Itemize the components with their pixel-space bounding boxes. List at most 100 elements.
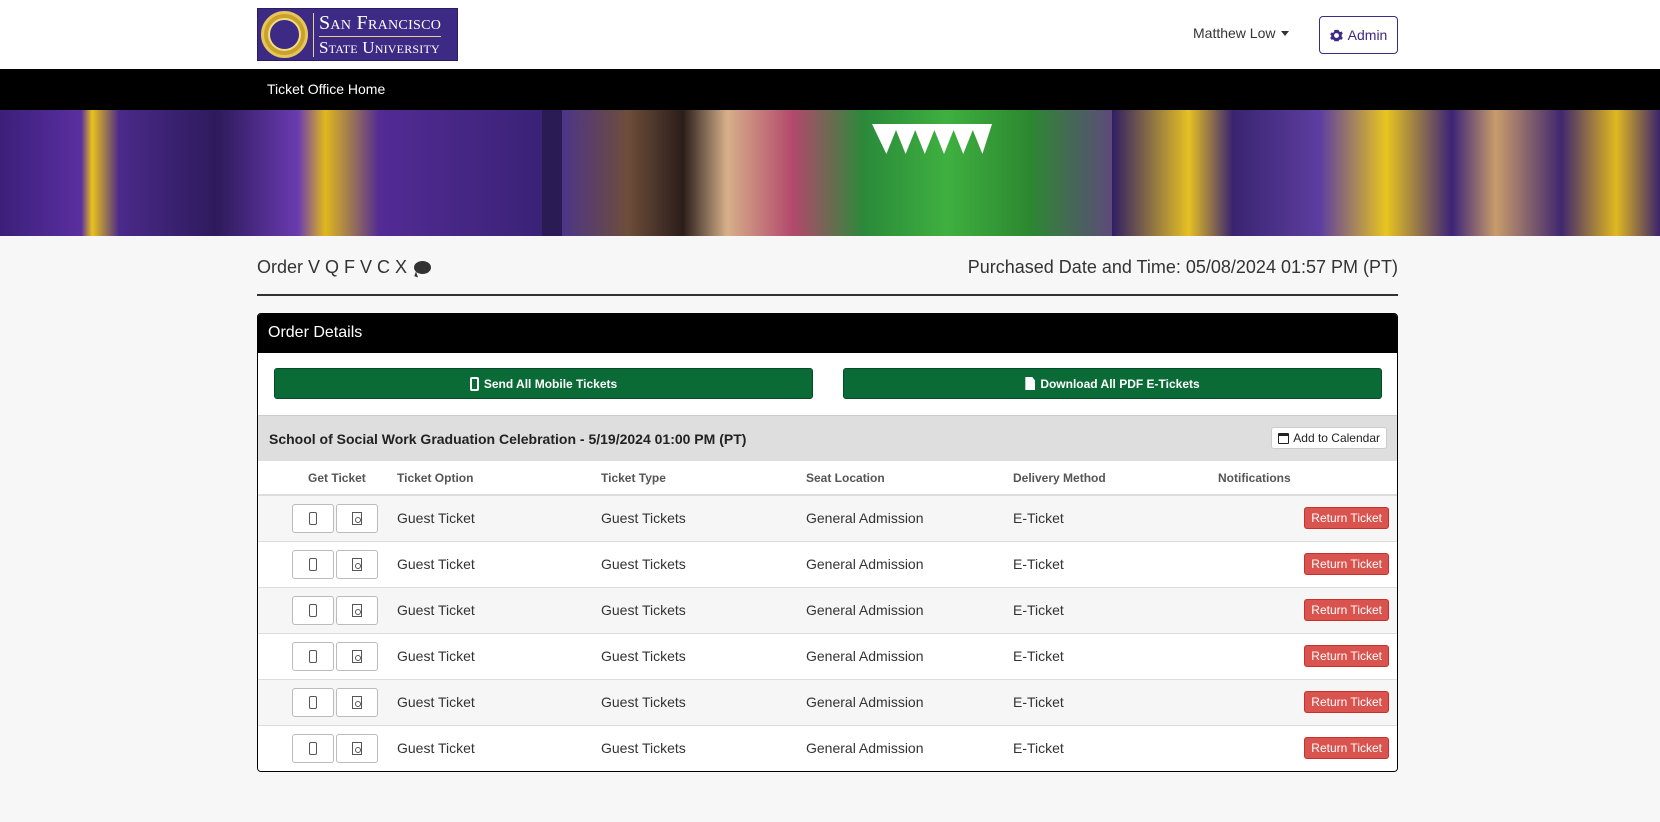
notifications-cell: Return Ticket	[1218, 678, 1397, 725]
caret-down-icon	[1281, 30, 1290, 36]
mobile-ticket-button[interactable]	[292, 503, 334, 533]
pdf-icon	[1025, 377, 1036, 390]
tickets-table: Get Ticket Ticket Option Ticket Type Sea…	[258, 461, 1397, 771]
col-notifications: Notifications	[1218, 461, 1397, 496]
order-details-card: Order Details Send All Mobile Tickets Do…	[257, 313, 1398, 772]
pdf-ticket-button[interactable]	[336, 733, 378, 763]
return-ticket-button[interactable]: Return Ticket	[1304, 737, 1389, 760]
mobile-ticket-button[interactable]	[292, 595, 334, 625]
banner-photo-mascot	[562, 110, 1112, 236]
get-ticket-cell	[258, 540, 397, 587]
logo-line-2: State University	[319, 36, 442, 57]
col-seat-location: Seat Location	[806, 461, 1013, 496]
seat-location: General Admission	[806, 540, 1013, 587]
ticket-option: Guest Ticket	[397, 586, 601, 633]
pdf-icon	[352, 741, 362, 755]
ticket-type: Guest Tickets	[601, 586, 806, 633]
ticket-type: Guest Tickets	[601, 540, 806, 587]
phone-icon	[309, 695, 317, 709]
table-row: Guest Ticket Guest Tickets General Admissi…	[258, 632, 1397, 679]
get-ticket-cell	[258, 494, 397, 541]
phone-icon	[309, 741, 317, 755]
nav-ticket-office-home[interactable]: Ticket Office Home	[267, 81, 385, 97]
phone-icon	[309, 511, 317, 525]
get-ticket-cell	[258, 678, 397, 725]
delivery-method: E-Ticket	[1013, 494, 1218, 541]
admin-label: Admin	[1347, 27, 1388, 43]
ticket-option: Guest Ticket	[397, 494, 601, 541]
seat-location: General Admission	[806, 632, 1013, 679]
return-ticket-button[interactable]: Return Ticket	[1304, 691, 1389, 713]
return-ticket-button[interactable]: Return Ticket	[1304, 645, 1389, 667]
seat-location: General Admission	[806, 724, 1013, 771]
delivery-method: E-Ticket	[1013, 586, 1218, 633]
banner-photo-graduates	[0, 110, 542, 236]
order-number: Order V Q F V C X	[257, 257, 408, 277]
notifications-cell: Return Ticket	[1218, 632, 1397, 679]
card-title: Order Details	[258, 314, 1397, 353]
delivery-method: E-Ticket	[1013, 724, 1218, 771]
university-logo[interactable]: San Francisco State University	[257, 8, 458, 61]
event-title: School of Social Work Graduation Celebra…	[269, 431, 747, 447]
ticket-option: Guest Ticket	[397, 678, 601, 725]
mobile-ticket-button[interactable]	[292, 549, 334, 579]
delivery-method: E-Ticket	[1013, 678, 1218, 725]
banner-photo-celebration	[1112, 110, 1660, 236]
pdf-ticket-button[interactable]	[336, 687, 378, 717]
download-all-pdf-button[interactable]: Download All PDF E-Tickets	[843, 368, 1382, 399]
user-name: Matthew Low	[1193, 25, 1276, 41]
chat-icon[interactable]	[414, 261, 432, 274]
ticket-type: Guest Tickets	[601, 494, 806, 541]
seat-location: General Admission	[806, 494, 1013, 541]
phone-icon	[309, 603, 317, 617]
bulk-actions: Send All Mobile Tickets Download All PDF…	[258, 353, 1397, 415]
pdf-ticket-button[interactable]	[336, 503, 378, 533]
get-ticket-cell	[258, 586, 397, 633]
mobile-ticket-button[interactable]	[292, 733, 334, 763]
university-seal-icon	[261, 11, 308, 58]
return-ticket-button[interactable]: Return Ticket	[1304, 553, 1389, 575]
hero-banner	[0, 110, 1660, 236]
logo-line-1: San Francisco	[319, 12, 442, 34]
table-row: Guest Ticket Guest Tickets General Admissi…	[258, 678, 1397, 725]
notifications-cell: Return Ticket	[1218, 586, 1397, 633]
delivery-method: E-Ticket	[1013, 540, 1218, 587]
purchased-date: Purchased Date and Time: 05/08/2024 01:5…	[967, 257, 1398, 277]
user-menu[interactable]: Matthew Low	[1193, 25, 1290, 41]
table-row: Guest Ticket Guest Tickets General Admissi…	[258, 494, 1397, 541]
mobile-ticket-button[interactable]	[292, 641, 334, 671]
pdf-icon	[352, 603, 362, 617]
pdf-icon	[352, 557, 362, 571]
ticket-type: Guest Tickets	[601, 678, 806, 725]
table-row: Guest Ticket Guest Tickets General Admissi…	[258, 724, 1397, 771]
delivery-method: E-Ticket	[1013, 632, 1218, 679]
pdf-ticket-button[interactable]	[336, 595, 378, 625]
return-ticket-button[interactable]: Return Ticket	[1304, 507, 1389, 530]
ticket-type: Guest Tickets	[601, 632, 806, 679]
main-nav: Ticket Office Home	[0, 69, 1660, 110]
pdf-ticket-button[interactable]	[336, 549, 378, 579]
admin-button[interactable]: Admin	[1319, 16, 1398, 54]
get-ticket-cell	[258, 724, 397, 771]
top-header: San Francisco State University Matthew L…	[0, 0, 1660, 69]
col-ticket-option: Ticket Option	[397, 461, 601, 496]
pdf-icon	[352, 695, 362, 709]
mobile-ticket-button[interactable]	[292, 687, 334, 717]
phone-icon	[469, 376, 479, 391]
notifications-cell: Return Ticket	[1218, 540, 1397, 587]
phone-icon	[309, 557, 317, 571]
col-delivery-method: Delivery Method	[1013, 461, 1218, 496]
notifications-cell: Return Ticket	[1218, 494, 1397, 541]
gear-icon	[1329, 29, 1343, 41]
pdf-ticket-button[interactable]	[336, 641, 378, 671]
send-all-mobile-button[interactable]: Send All Mobile Tickets	[274, 368, 813, 399]
col-ticket-type: Ticket Type	[601, 461, 806, 496]
add-to-calendar-button[interactable]: Add to Calendar	[1271, 427, 1387, 449]
return-ticket-button[interactable]: Return Ticket	[1304, 599, 1389, 621]
ticket-type: Guest Tickets	[601, 724, 806, 771]
ticket-option: Guest Ticket	[397, 724, 601, 771]
event-header: School of Social Work Graduation Celebra…	[258, 415, 1397, 461]
ticket-option: Guest Ticket	[397, 632, 601, 679]
col-get-ticket: Get Ticket	[258, 461, 397, 496]
order-title: Order V Q F V C X	[257, 257, 432, 278]
